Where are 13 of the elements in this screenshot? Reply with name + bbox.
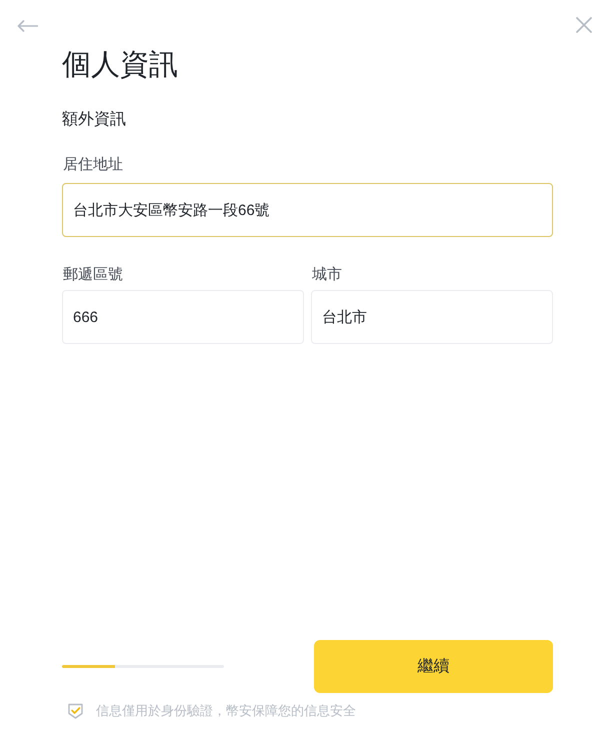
shield-check-icon bbox=[68, 702, 83, 718]
input-field[interactable]: 台北市大安區幣安路一段66號 bbox=[62, 183, 553, 237]
close-icon[interactable] bbox=[576, 17, 592, 33]
input-field[interactable]: 台北市 bbox=[311, 290, 553, 344]
continue-button[interactable]: 繼續 bbox=[314, 640, 553, 693]
field-label: 居住地址 bbox=[62, 155, 124, 175]
back-arrow-icon[interactable] bbox=[17, 20, 38, 32]
input-field[interactable]: 666 bbox=[62, 290, 304, 344]
section-subtitle: 額外資訊 bbox=[62, 110, 127, 130]
privacy-notice: 信息僅用於身份驗證，幣安保障您的信息安全 bbox=[96, 702, 356, 719]
field-label: 郵遞區號 bbox=[62, 265, 124, 285]
field-label: 城市 bbox=[311, 265, 343, 285]
page-title: 個人資訊 bbox=[62, 48, 179, 83]
